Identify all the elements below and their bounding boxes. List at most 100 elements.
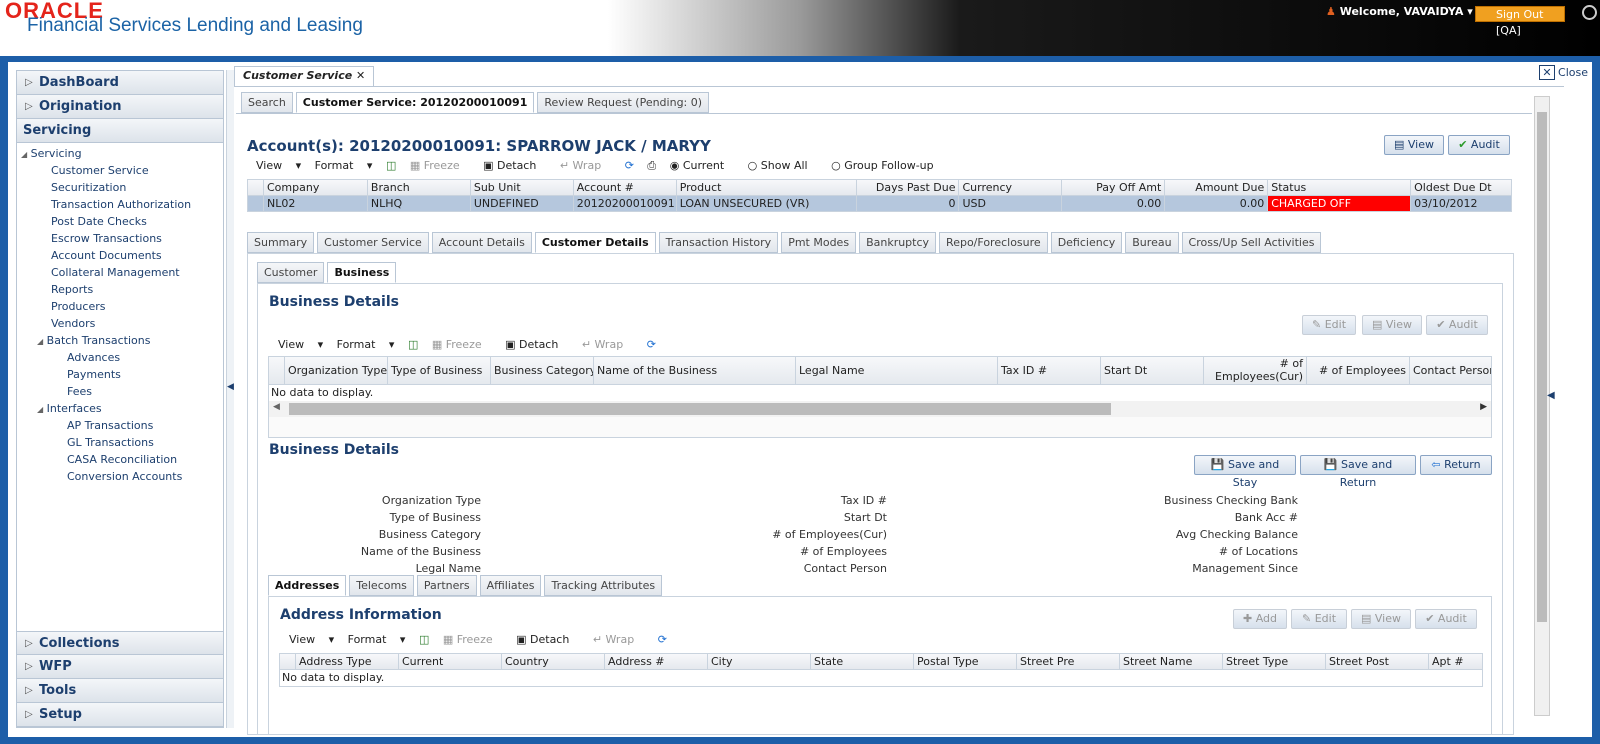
expand-right-icon[interactable]: ◀ — [1547, 390, 1555, 401]
tab-review-request[interactable]: Review Request (Pending: 0) — [537, 92, 710, 113]
nav-section-tools[interactable]: ▷ Tools — [17, 679, 223, 703]
nav-section-origination[interactable]: ▷ Origination — [17, 95, 223, 119]
tree-item-post-date-checks[interactable]: Post Date Checks — [17, 213, 223, 230]
power-icon[interactable] — [1582, 5, 1597, 20]
export-icon[interactable]: ◫ — [419, 633, 429, 646]
print-icon[interactable]: ⎙ — [647, 159, 656, 173]
edit-button[interactable]: ✎ Edit — [1302, 315, 1356, 335]
view-menu[interactable]: View ▾ — [256, 159, 301, 172]
format-menu[interactable]: Format ▾ — [348, 633, 406, 646]
tab-deficiency[interactable]: Deficiency — [1050, 232, 1123, 253]
nav-section-setup[interactable]: ▷ Setup — [17, 703, 223, 727]
close-button[interactable]: ✕ Close — [1539, 65, 1588, 80]
tab-account-details[interactable]: Account Details — [431, 232, 532, 253]
tab-bankruptcy[interactable]: Bankruptcy — [859, 232, 937, 253]
radio-group-follow-up[interactable]: ○ Group Follow-up — [831, 159, 944, 172]
tab-partners[interactable]: Partners — [416, 575, 477, 596]
nav-section-dashboard[interactable]: ▷ DashBoard — [17, 71, 223, 95]
freeze-button[interactable]: ▦ Freeze — [432, 338, 492, 351]
tab-bureau[interactable]: Bureau — [1125, 232, 1179, 253]
nav-section-wfp[interactable]: ▷ WFP — [17, 655, 223, 679]
return-button[interactable]: ⇦ Return — [1420, 455, 1492, 475]
export-icon[interactable]: ◫ — [386, 159, 396, 172]
tree-item-reports[interactable]: Reports — [17, 281, 223, 298]
welcome-menu[interactable]: ♟ Welcome, VAVAIDYA ▾ — [1326, 5, 1473, 18]
tab-customer-details[interactable]: Customer Details — [534, 232, 656, 253]
tree-item-transaction-authorization[interactable]: Transaction Authorization — [17, 196, 223, 213]
save-and-return-button[interactable]: 💾 Save and Return — [1300, 455, 1416, 489]
view-menu[interactable]: View ▾ — [278, 338, 323, 351]
table-row[interactable]: NL02 NLHQ UNDEFINED 20120200010091 LOAN … — [248, 196, 1511, 211]
scroll-left-icon[interactable]: ◀ — [273, 402, 280, 412]
format-menu[interactable]: Format ▾ — [337, 338, 395, 351]
tree-item-conversion-accounts[interactable]: Conversion Accounts — [17, 468, 223, 485]
nav-section-collections[interactable]: ▷ Collections — [17, 631, 223, 655]
view-button[interactable]: ▤ View — [1362, 315, 1422, 335]
tree-item-producers[interactable]: Producers — [17, 298, 223, 315]
detach-button[interactable]: ▣ Detach — [505, 338, 568, 351]
view-button[interactable]: ▤ View — [1384, 135, 1444, 155]
page-tab-customer-service[interactable]: Customer Service ✕ — [234, 66, 375, 86]
refresh-icon[interactable]: ⟳ — [625, 159, 634, 172]
tree-item-customer-service[interactable]: Customer Service — [17, 162, 223, 179]
scroll-right-icon[interactable]: ▶ — [1480, 402, 1487, 412]
radio-show-all[interactable]: ○ Show All — [748, 159, 818, 172]
radio-current[interactable]: ◉ Current — [670, 159, 734, 172]
wrap-button[interactable]: ↵ Wrap — [582, 338, 633, 351]
wrap-button[interactable]: ↵ Wrap — [560, 159, 611, 172]
scroll-thumb[interactable] — [289, 403, 1111, 415]
sign-out-button[interactable]: Sign Out [QA] — [1475, 6, 1565, 37]
audit-button[interactable]: ✔ Audit — [1426, 315, 1488, 335]
vertical-scrollbar[interactable] — [1534, 96, 1550, 716]
tab-tracking-attributes[interactable]: Tracking Attributes — [544, 575, 663, 596]
tab-search[interactable]: Search — [241, 92, 293, 113]
tab-customer[interactable]: Customer — [257, 262, 325, 283]
nav-section-servicing[interactable]: Servicing — [17, 119, 223, 143]
refresh-icon[interactable]: ⟳ — [658, 633, 667, 646]
tree-item-account-documents[interactable]: Account Documents — [17, 247, 223, 264]
tree-item-casa-reconciliation[interactable]: CASA Reconciliation — [17, 451, 223, 468]
tab-repo-foreclosure[interactable]: Repo/Foreclosure — [939, 232, 1048, 253]
tree-item-batch-transactions[interactable]: ◢ Batch Transactions — [17, 332, 223, 349]
tree-item-ap-transactions[interactable]: AP Transactions — [17, 417, 223, 434]
tree-item-vendors[interactable]: Vendors — [17, 315, 223, 332]
tab-addresses[interactable]: Addresses — [268, 575, 347, 596]
tree-item-securitization[interactable]: Securitization — [17, 179, 223, 196]
edit-button[interactable]: ✎ Edit — [1291, 609, 1347, 629]
freeze-button[interactable]: ▦ Freeze — [443, 633, 503, 646]
tab-customer-service[interactable]: Customer Service — [317, 232, 429, 253]
collapse-left-icon[interactable]: ◀ — [227, 382, 234, 392]
tab-telecoms[interactable]: Telecoms — [349, 575, 414, 596]
close-tab-icon[interactable]: ✕ — [356, 69, 365, 82]
tree-item-fees[interactable]: Fees — [17, 383, 223, 400]
tab-customer-service-account[interactable]: Customer Service: 20120200010091 — [295, 92, 535, 113]
format-menu[interactable]: Format ▾ — [315, 159, 373, 172]
export-icon[interactable]: ◫ — [408, 338, 418, 351]
freeze-button[interactable]: ▦ Freeze — [410, 159, 470, 172]
tab-transaction-history[interactable]: Transaction History — [658, 232, 779, 253]
tree-item-advances[interactable]: Advances — [17, 349, 223, 366]
detach-button[interactable]: ▣ Detach — [516, 633, 579, 646]
add-button[interactable]: ✚ Add — [1233, 609, 1287, 629]
save-and-stay-button[interactable]: 💾 Save and Stay — [1194, 455, 1296, 489]
tab-business[interactable]: Business — [327, 262, 397, 283]
refresh-icon[interactable]: ⟳ — [647, 338, 656, 351]
tab-pmt-modes[interactable]: Pmt Modes — [781, 232, 857, 253]
detach-button[interactable]: ▣ Detach — [483, 159, 546, 172]
view-button[interactable]: ▤ View — [1351, 609, 1411, 629]
tree-item-escrow-transactions[interactable]: Escrow Transactions — [17, 230, 223, 247]
tab-cross-up-sell[interactable]: Cross/Up Sell Activities — [1181, 232, 1322, 253]
tree-item-interfaces[interactable]: ◢ Interfaces — [17, 400, 223, 417]
horizontal-scrollbar[interactable]: ◀ ▶ — [269, 401, 1491, 417]
tree-item-servicing[interactable]: ◢ Servicing — [17, 145, 223, 162]
tab-summary[interactable]: Summary — [247, 232, 315, 253]
nav-splitter[interactable]: ◀ — [226, 70, 234, 728]
wrap-button[interactable]: ↵ Wrap — [593, 633, 644, 646]
tree-item-collateral-management[interactable]: Collateral Management — [17, 264, 223, 281]
view-menu[interactable]: View ▾ — [289, 633, 334, 646]
audit-button[interactable]: ✔ Audit — [1448, 135, 1510, 155]
tree-item-payments[interactable]: Payments — [17, 366, 223, 383]
tree-item-gl-transactions[interactable]: GL Transactions — [17, 434, 223, 451]
audit-button[interactable]: ✔ Audit — [1415, 609, 1477, 629]
scroll-thumb[interactable] — [1537, 112, 1547, 622]
